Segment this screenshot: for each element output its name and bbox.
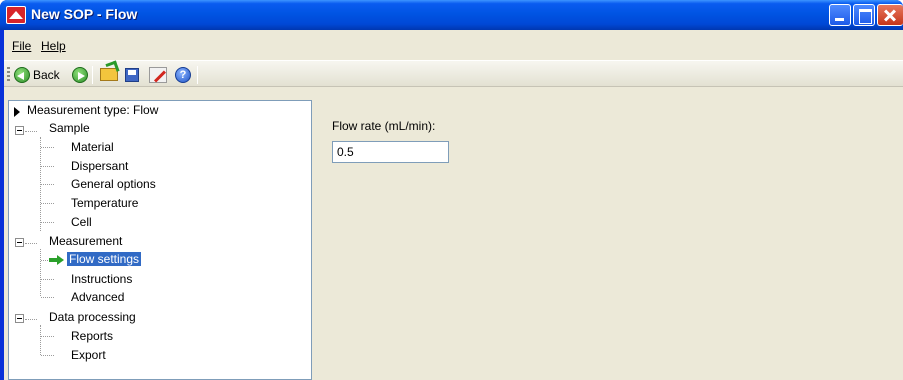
root-arrow-icon (14, 107, 20, 117)
tree-line (41, 297, 54, 298)
toolbar-separator (92, 66, 93, 84)
tree-root-label[interactable]: Measurement type: Flow (27, 103, 158, 117)
tree-line (40, 325, 41, 355)
sign-document-icon[interactable] (149, 67, 167, 83)
tree-item-general-options[interactable]: General options (71, 177, 156, 191)
tree-line (41, 355, 54, 356)
tree-group-sample[interactable]: Sample (49, 121, 90, 135)
close-button[interactable] (877, 4, 903, 26)
menu-bar: File Help (4, 30, 903, 60)
help-icon[interactable]: ? (175, 67, 191, 83)
settings-panel: Flow rate (mL/min): (316, 100, 903, 380)
tree-item-export[interactable]: Export (71, 348, 106, 362)
tree-item-instructions[interactable]: Instructions (71, 272, 132, 286)
collapse-data-processing-icon[interactable] (15, 314, 24, 323)
sop-window: New SOP - Flow File Help Back ? Measurem… (0, 0, 903, 380)
tree-line (41, 147, 54, 148)
toolbar-separator (197, 66, 198, 84)
title-bar[interactable]: New SOP - Flow (0, 0, 903, 30)
tree-item-dispersant[interactable]: Dispersant (71, 159, 128, 173)
tree-line (41, 184, 54, 185)
minimize-button[interactable] (829, 4, 851, 26)
menu-file[interactable]: File (12, 39, 31, 53)
tree-item-reports[interactable]: Reports (71, 329, 113, 343)
tree-item-advanced[interactable]: Advanced (71, 290, 124, 304)
tree-line (40, 249, 41, 296)
sop-tree[interactable]: Measurement type: Flow Sample Material D… (8, 100, 312, 380)
menu-help-label: Help (41, 39, 66, 53)
tree-line (41, 166, 54, 167)
menu-help[interactable]: Help (41, 39, 66, 53)
tree-line (25, 131, 37, 132)
flow-rate-input[interactable] (332, 141, 449, 163)
window-title: New SOP - Flow (31, 6, 138, 22)
tree-group-data-processing[interactable]: Data processing (49, 310, 136, 324)
forward-arrow-icon[interactable] (72, 67, 88, 83)
tree-item-cell[interactable]: Cell (71, 215, 92, 229)
maximize-button[interactable] (853, 4, 875, 26)
toolbar: Back ? (4, 60, 903, 87)
collapse-measurement-icon[interactable] (15, 238, 24, 247)
tree-line (25, 243, 37, 244)
menu-file-label: File (12, 39, 32, 53)
client-area: File Help Back ? Measurement type: Flow … (4, 30, 903, 380)
app-icon (6, 6, 26, 24)
collapse-sample-icon[interactable] (15, 126, 24, 135)
tree-group-measurement[interactable]: Measurement (49, 234, 122, 248)
current-page-arrow-icon (49, 255, 65, 265)
save-disk-icon[interactable] (125, 68, 139, 82)
flow-rate-label: Flow rate (mL/min): (332, 119, 436, 133)
tree-line (25, 319, 37, 320)
tree-line (41, 336, 54, 337)
open-folder-icon[interactable] (100, 68, 118, 81)
toolbar-grip-icon[interactable] (7, 67, 10, 83)
tree-line (41, 203, 54, 204)
back-arrow-icon[interactable] (14, 67, 30, 83)
tree-item-flow-settings[interactable]: Flow settings (67, 252, 142, 266)
tree-item-material[interactable]: Material (71, 140, 114, 154)
tree-line (41, 279, 54, 280)
tree-item-temperature[interactable]: Temperature (71, 196, 138, 210)
back-button[interactable]: Back (33, 68, 60, 82)
tree-line (41, 260, 48, 261)
tree-line (41, 222, 54, 223)
